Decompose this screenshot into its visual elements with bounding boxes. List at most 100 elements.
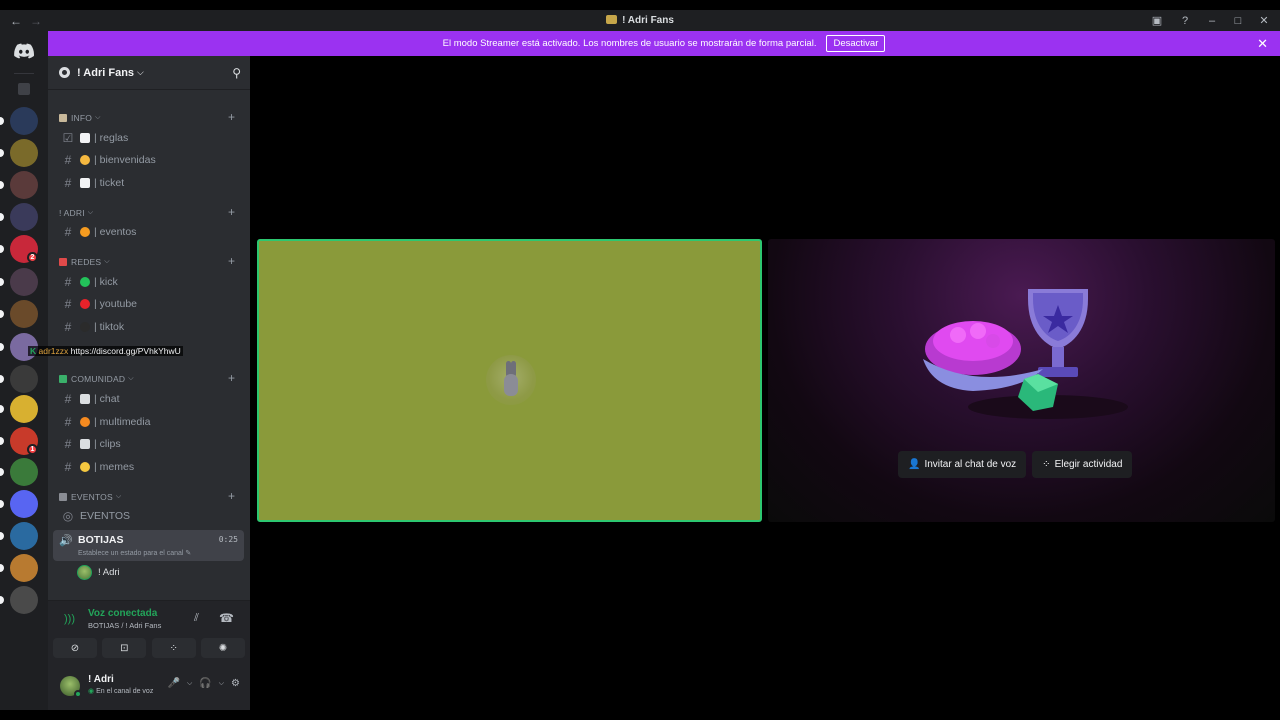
hash-icon: # — [64, 176, 72, 190]
user-video-tile[interactable] — [257, 239, 762, 522]
server-icon[interactable] — [10, 107, 38, 135]
chevron-down-icon: ⌵ — [87, 209, 94, 216]
server-icon[interactable] — [10, 203, 38, 231]
server-icon[interactable] — [10, 554, 38, 582]
headphones-icon[interactable]: 🎧 — [199, 678, 211, 689]
folder-icon[interactable] — [14, 79, 34, 99]
server-icon[interactable] — [10, 268, 38, 296]
channel-name: | clips — [94, 438, 121, 450]
stage-channel-name: EVENTOS — [80, 510, 130, 522]
server-icon[interactable] — [10, 522, 38, 550]
category-header[interactable]: EVENTOS ⌵ — [59, 490, 121, 504]
mention-badge: 2 — [27, 252, 38, 263]
inbox-icon[interactable]: ▣ — [1150, 14, 1164, 27]
disconnect-icon[interactable]: ☎ — [219, 611, 234, 625]
chevron-down-icon[interactable]: ⌵ — [187, 680, 192, 688]
stage-icon: ◎ — [62, 509, 74, 523]
channel-emoji-icon — [80, 155, 90, 165]
server-icon[interactable] — [10, 300, 38, 328]
camera-off-button[interactable]: ⊘ — [53, 638, 97, 658]
category-emoji-icon — [59, 375, 67, 383]
voice-channel-status[interactable]: Establece un estado para el canal ✎ — [78, 549, 191, 557]
microphone-icon[interactable]: 🎤 — [168, 678, 180, 689]
server-icon[interactable] — [10, 365, 38, 393]
invite-voice-button[interactable]: 👤 Invitar al chat de voz — [898, 451, 1027, 478]
mention-badge: 1 — [27, 444, 38, 455]
gear-icon[interactable]: ⚙ — [231, 678, 240, 689]
text-channel[interactable]: # | tiktok — [56, 317, 242, 337]
text-channel[interactable]: # | chat — [56, 389, 242, 409]
noise-suppression-icon[interactable]: ⫽ — [194, 612, 199, 625]
channel-emoji-icon — [80, 439, 90, 449]
server-header[interactable]: ! Adri Fans ⌵ ⚲ — [48, 56, 250, 90]
category-label: EVENTOS — [71, 492, 113, 502]
maximize-button[interactable]: □ — [1232, 15, 1244, 27]
minimize-button[interactable]: – — [1206, 15, 1218, 27]
hash-icon: # — [64, 415, 72, 429]
server-icon[interactable] — [10, 490, 38, 518]
close-window-button[interactable]: ✕ — [1258, 14, 1270, 27]
category-header[interactable]: ! ADRI ⌵ — [59, 206, 93, 220]
hash-icon: # — [64, 225, 72, 239]
activities-button[interactable]: ⁘ — [151, 638, 196, 658]
text-channel[interactable]: # | kick — [56, 272, 242, 292]
user-controls: 🎤 ⌵ 🎧 ⌵ ⚙ — [168, 678, 241, 689]
voice-timer: 0:25 — [218, 535, 238, 544]
channel-name: | memes — [94, 461, 135, 473]
rabbit-avatar-icon — [503, 361, 519, 397]
pencil-icon: ✎ — [185, 550, 192, 557]
voice-member[interactable]: ! Adri — [77, 564, 120, 580]
help-icon[interactable]: ? — [1178, 15, 1192, 27]
arrow-right-icon[interactable]: → — [30, 14, 42, 28]
text-channel[interactable]: ☑ | reglas — [56, 128, 242, 148]
hash-icon: # — [64, 460, 72, 474]
category-header[interactable]: REDES ⌵ — [59, 255, 110, 269]
channel-name: | kick — [94, 276, 118, 288]
category-emoji-icon — [59, 493, 67, 501]
chevron-down-icon[interactable]: ⌵ — [219, 680, 224, 688]
soundboard-button[interactable]: ✺ — [200, 638, 245, 658]
voice-connected-title: Voz conectada — [88, 608, 158, 619]
voice-connected-subtitle[interactable]: BOTIJAS / ! Adri Fans — [88, 621, 161, 630]
category-header[interactable]: INFO ⌵ — [59, 111, 101, 125]
screen-share-button[interactable]: ⊡ — [102, 638, 147, 658]
close-icon[interactable]: ✕ — [1257, 36, 1268, 52]
text-channel[interactable]: # | multimedia — [56, 412, 242, 432]
channel-emoji-icon — [80, 133, 90, 143]
avatar — [486, 355, 536, 405]
text-channel[interactable]: # | youtube — [56, 294, 242, 314]
user-name: ! Adri — [88, 674, 114, 685]
deactivate-button[interactable]: Desactivar — [826, 35, 886, 52]
text-channel[interactable]: # | memes — [56, 457, 242, 477]
text-channel[interactable]: # | bienvenidas — [56, 150, 242, 170]
server-icon[interactable] — [10, 139, 38, 167]
stage-channel[interactable]: ◎ EVENTOS — [56, 506, 242, 526]
title-bar: ← → ! Adri Fans ▣ ? – □ ✕ — [0, 10, 1280, 31]
category-label: ! ADRI — [59, 208, 85, 218]
add-member-icon[interactable]: ⚲ — [232, 66, 241, 80]
category-label: COMUNIDAD — [71, 374, 126, 384]
channel-emoji-icon — [80, 178, 90, 188]
arrow-left-icon[interactable]: ← — [10, 14, 22, 28]
category-header[interactable]: COMUNIDAD ⌵ — [59, 372, 134, 386]
voice-channel-botijas[interactable]: 🔊 BOTIJAS 0:25 Establece un estado para … — [53, 530, 244, 561]
channel-name: | reglas — [94, 132, 129, 144]
category-label: INFO — [71, 113, 93, 123]
discord-home-icon[interactable] — [10, 37, 38, 65]
letterbox-bottom — [0, 710, 1280, 720]
activities-icon: ⁘ — [1042, 459, 1051, 470]
text-channel[interactable]: # | ticket — [56, 173, 242, 193]
text-channel[interactable]: # | eventos — [56, 222, 242, 242]
voice-status-icon: ◉ — [88, 688, 95, 695]
signal-icon[interactable]: ))) — [64, 613, 75, 625]
channel-name: | eventos — [94, 226, 137, 238]
choose-activity-button[interactable]: ⁘ Elegir actividad — [1032, 451, 1133, 478]
server-icon[interactable] — [10, 171, 38, 199]
server-icon[interactable] — [10, 586, 38, 614]
text-channel[interactable]: # | clips — [56, 434, 242, 454]
user-status: ◉ En el canal de voz — [88, 688, 154, 695]
server-icon[interactable] — [10, 458, 38, 486]
channel-name: | youtube — [94, 298, 138, 310]
hash-icon: # — [64, 320, 72, 334]
server-icon[interactable] — [10, 395, 38, 423]
